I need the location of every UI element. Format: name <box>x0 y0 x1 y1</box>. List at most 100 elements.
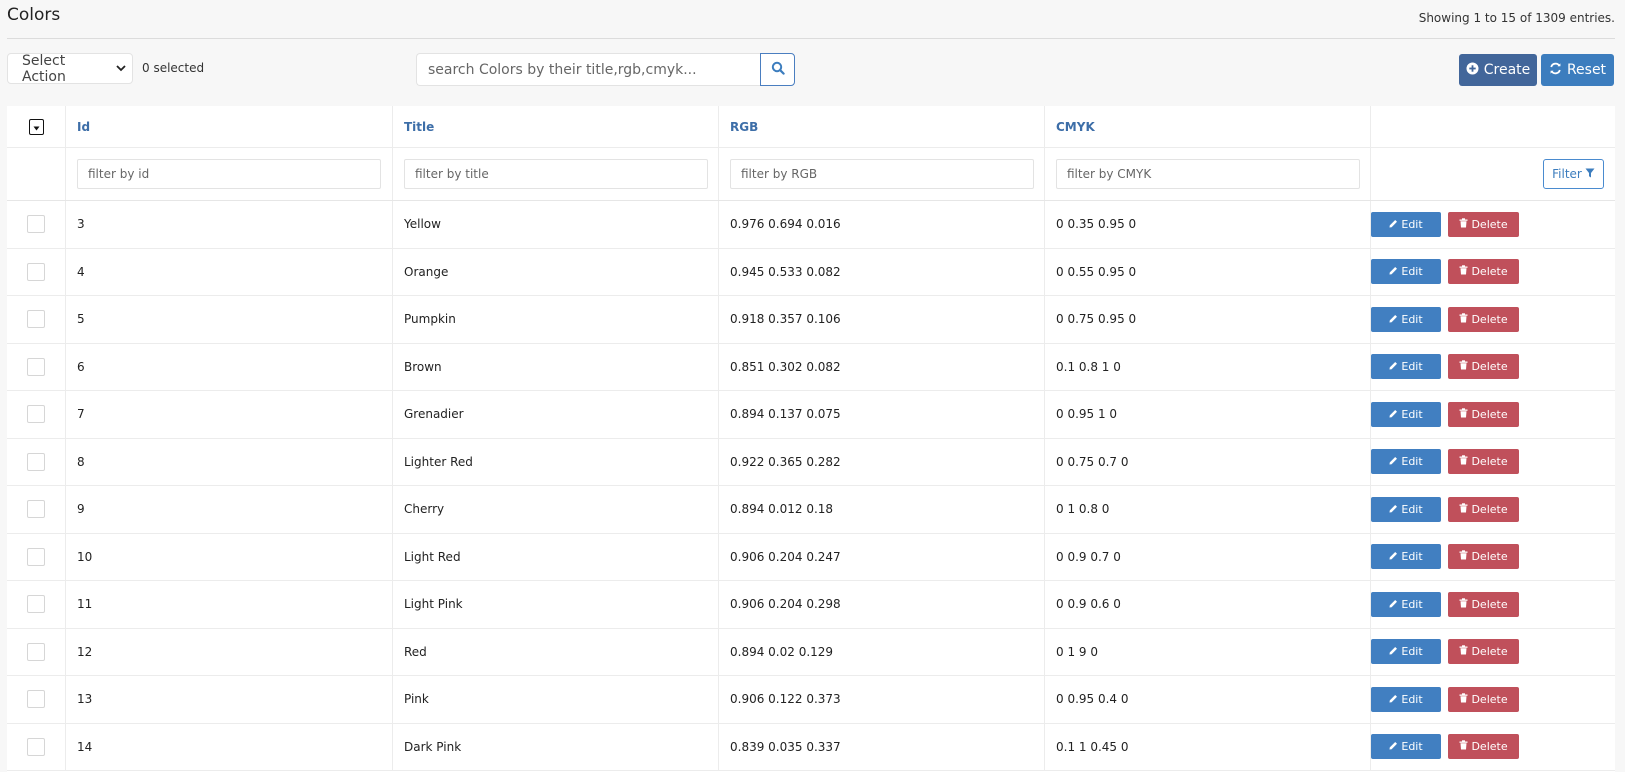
cell-id: 14 <box>66 723 393 770</box>
delete-button[interactable]: Delete <box>1448 639 1519 665</box>
create-button[interactable]: Create <box>1459 54 1537 86</box>
edit-label: Edit <box>1401 550 1423 564</box>
filter-rgb-input[interactable] <box>730 159 1034 189</box>
delete-button[interactable]: Delete <box>1448 734 1519 760</box>
edit-button[interactable]: Edit <box>1371 544 1442 570</box>
cell-rgb: 0.922 0.365 0.282 <box>719 438 1045 485</box>
edit-label: Edit <box>1401 597 1423 611</box>
cell-title: Dark Pink <box>393 723 719 770</box>
delete-button[interactable]: Delete <box>1448 354 1519 380</box>
delete-label: Delete <box>1471 550 1508 564</box>
row-checkbox[interactable] <box>27 642 45 661</box>
search-icon <box>771 60 785 79</box>
edit-button[interactable]: Edit <box>1371 354 1442 380</box>
cell-id: 6 <box>66 343 393 390</box>
row-checkbox[interactable] <box>27 452 45 471</box>
cell-title: Light Pink <box>393 581 719 628</box>
entries-summary: Showing 1 to 15 of 1309 entries. <box>1418 11 1615 25</box>
delete-button[interactable]: Delete <box>1448 449 1519 475</box>
row-checkbox[interactable] <box>27 310 45 329</box>
table-row: 4 Orange 0.945 0.533 0.082 0 0.55 0.95 0… <box>7 248 1615 296</box>
cell-rgb: 0.894 0.137 0.075 <box>719 391 1045 438</box>
delete-button[interactable]: Delete <box>1448 591 1519 617</box>
select-action-label: Select Action <box>22 52 66 85</box>
bulk-select-toggle[interactable] <box>28 118 44 135</box>
pencil-icon <box>1389 265 1398 278</box>
cell-id: 7 <box>66 391 393 438</box>
trash-icon <box>1459 455 1468 468</box>
reset-label: Reset <box>1566 62 1607 78</box>
trash-icon <box>1459 265 1468 278</box>
row-checkbox[interactable] <box>27 547 45 566</box>
pencil-icon <box>1389 645 1398 658</box>
table-row: 7 Grenadier 0.894 0.137 0.075 0 0.95 1 0… <box>7 391 1615 439</box>
cell-cmyk: 0 0.55 0.95 0 <box>1045 248 1371 295</box>
trash-icon <box>1459 218 1468 231</box>
edit-button[interactable]: Edit <box>1371 306 1442 332</box>
search-button[interactable] <box>760 53 795 86</box>
table-row: 13 Pink 0.906 0.122 0.373 0 0.95 0.4 0 E… <box>7 676 1615 724</box>
column-header-title[interactable]: Title <box>393 106 719 147</box>
search-input[interactable] <box>416 53 760 86</box>
cell-rgb: 0.945 0.533 0.082 <box>719 248 1045 295</box>
pencil-icon <box>1389 408 1398 421</box>
edit-button[interactable]: Edit <box>1371 259 1442 285</box>
pencil-icon <box>1389 360 1398 373</box>
row-checkbox[interactable] <box>27 737 45 756</box>
edit-button[interactable]: Edit <box>1371 449 1442 475</box>
delete-label: Delete <box>1471 645 1508 659</box>
caret-down-icon <box>33 120 40 134</box>
filter-cmyk-input[interactable] <box>1056 159 1360 189</box>
cell-id: 3 <box>66 201 393 248</box>
pencil-icon <box>1389 598 1398 611</box>
delete-button[interactable]: Delete <box>1448 306 1519 332</box>
filter-button[interactable]: Filter <box>1543 159 1604 189</box>
edit-button[interactable]: Edit <box>1371 734 1442 760</box>
table-header-row: Id Title RGB CMYK <box>7 106 1615 148</box>
plus-circle-icon <box>1466 62 1479 79</box>
create-label: Create <box>1483 62 1531 78</box>
edit-label: Edit <box>1401 740 1423 754</box>
row-checkbox[interactable] <box>27 500 45 519</box>
cell-rgb: 0.906 0.122 0.373 <box>719 676 1045 723</box>
filter-id-input[interactable] <box>77 159 381 189</box>
pencil-icon <box>1389 218 1398 231</box>
row-checkbox[interactable] <box>27 357 45 376</box>
pencil-icon <box>1389 503 1398 516</box>
delete-button[interactable]: Delete <box>1448 401 1519 427</box>
row-checkbox[interactable] <box>27 405 45 424</box>
row-checkbox[interactable] <box>27 690 45 709</box>
edit-label: Edit <box>1401 502 1423 516</box>
filter-title-input[interactable] <box>404 159 708 189</box>
table-row: 5 Pumpkin 0.918 0.357 0.106 0 0.75 0.95 … <box>7 296 1615 344</box>
cell-cmyk: 0 1 9 0 <box>1045 628 1371 675</box>
edit-button[interactable]: Edit <box>1371 496 1442 522</box>
delete-label: Delete <box>1471 312 1508 326</box>
column-header-id[interactable]: Id <box>66 106 393 147</box>
edit-button[interactable]: Edit <box>1371 401 1442 427</box>
select-action-dropdown[interactable]: Select Action <box>7 52 133 85</box>
cell-title: Red <box>393 628 719 675</box>
edit-label: Edit <box>1401 312 1423 326</box>
edit-button[interactable]: Edit <box>1371 591 1442 617</box>
cell-title: Lighter Red <box>393 438 719 485</box>
row-checkbox[interactable] <box>27 215 45 234</box>
edit-button[interactable]: Edit <box>1371 211 1442 237</box>
edit-button[interactable]: Edit <box>1371 686 1442 712</box>
cell-id: 9 <box>66 486 393 533</box>
column-header-rgb[interactable]: RGB <box>719 106 1045 147</box>
delete-button[interactable]: Delete <box>1448 544 1519 570</box>
delete-button[interactable]: Delete <box>1448 211 1519 237</box>
delete-button[interactable]: Delete <box>1448 496 1519 522</box>
delete-button[interactable]: Delete <box>1448 686 1519 712</box>
column-header-cmyk[interactable]: CMYK <box>1045 106 1371 147</box>
cell-title: Yellow <box>393 201 719 248</box>
row-checkbox[interactable] <box>27 595 45 614</box>
filter-button-label: Filter <box>1552 167 1582 181</box>
reset-button[interactable]: Reset <box>1541 54 1614 86</box>
delete-button[interactable]: Delete <box>1448 259 1519 285</box>
table-row: 11 Light Pink 0.906 0.204 0.298 0 0.9 0.… <box>7 581 1615 629</box>
page-title: Colors <box>7 5 61 25</box>
edit-button[interactable]: Edit <box>1371 639 1442 665</box>
row-checkbox[interactable] <box>27 262 45 281</box>
